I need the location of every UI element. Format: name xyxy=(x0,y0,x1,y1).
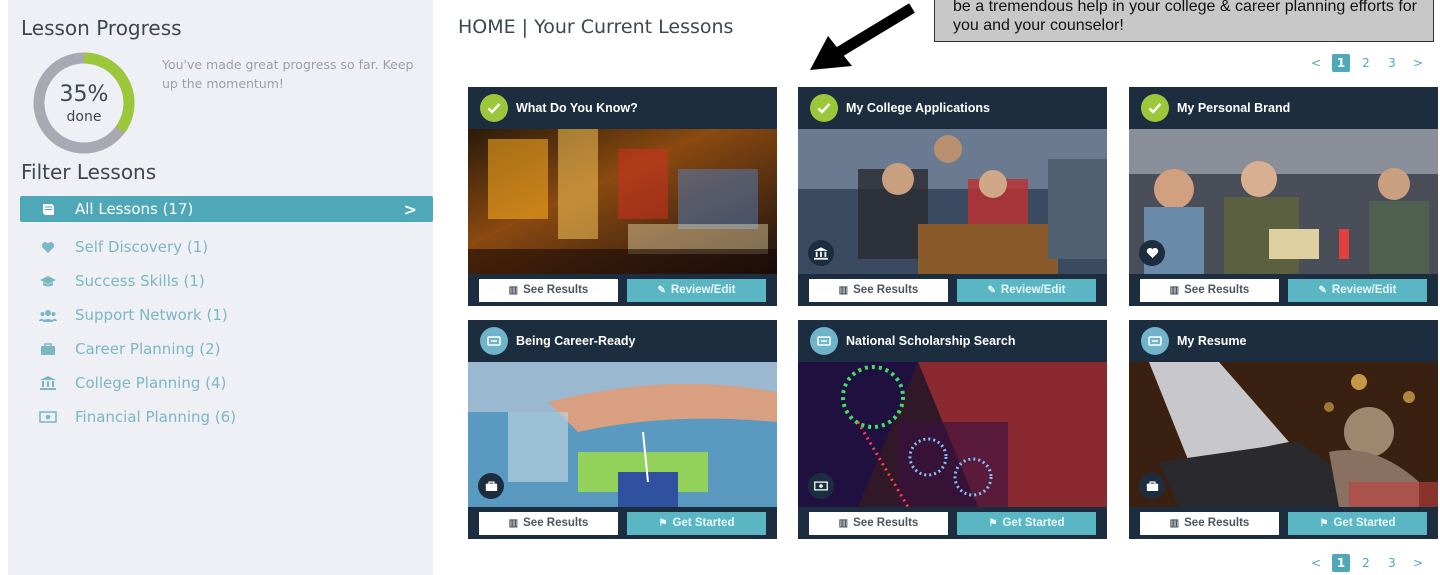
annotation-arrow-icon xyxy=(810,3,915,70)
get-started-button[interactable]: ⚑ Get Started xyxy=(957,511,1096,535)
lesson-image[interactable] xyxy=(1129,129,1438,274)
filter-support-network[interactable]: Support Network (1) xyxy=(20,298,433,332)
pagination-next[interactable]: > xyxy=(1408,556,1428,570)
page-title: HOME | Your Current Lessons xyxy=(458,16,734,38)
flag-icon xyxy=(480,327,508,355)
pagination-page-3[interactable]: 3 xyxy=(1382,556,1402,570)
flag-icon xyxy=(810,327,838,355)
lesson-image[interactable] xyxy=(468,129,777,274)
progress-message: You've made great progress so far. Keep … xyxy=(162,57,414,91)
annotation-callout: be a tremendous help in your college & c… xyxy=(934,0,1434,42)
graduation-cap-icon xyxy=(38,273,58,289)
flag-icon: ⚑ xyxy=(1319,517,1329,529)
book-icon xyxy=(38,201,58,217)
see-results-button[interactable]: ▥ See Results xyxy=(479,278,618,302)
chevron-right-icon: > xyxy=(403,199,417,219)
card-title: My Personal Brand xyxy=(1177,101,1291,115)
lesson-card: My College Applications ▥ See Results ✎ Re… xyxy=(798,87,1107,306)
card-title: National Scholarship Search xyxy=(846,334,1016,348)
see-results-button[interactable]: ▥ See Results xyxy=(479,511,618,535)
card-title: What Do You Know? xyxy=(516,101,638,115)
filter-financial-planning[interactable]: Financial Planning (6) xyxy=(20,400,433,434)
see-results-button[interactable]: ▥ See Results xyxy=(1140,511,1279,535)
pencil-icon: ✎ xyxy=(987,284,996,296)
filter-label: Career Planning (2) xyxy=(75,340,221,358)
pencil-icon: ✎ xyxy=(657,284,666,296)
pagination-next[interactable]: > xyxy=(1408,56,1428,70)
pagination-top: < 1 2 3 > xyxy=(1300,54,1428,72)
pagination-prev[interactable]: < xyxy=(1306,56,1326,70)
filter-all-lessons[interactable]: All Lessons (17) > xyxy=(20,196,433,222)
check-icon xyxy=(480,94,508,122)
filter-title: Filter Lessons xyxy=(21,160,157,184)
bar-chart-icon: ▥ xyxy=(838,517,849,529)
filter-label: Financial Planning (6) xyxy=(75,408,237,426)
see-results-button[interactable]: ▥ See Results xyxy=(809,278,948,302)
flag-icon: ⚑ xyxy=(988,517,998,529)
pagination-page-2[interactable]: 2 xyxy=(1356,556,1376,570)
filter-self-discovery[interactable]: Self Discovery (1) xyxy=(20,230,433,264)
users-icon xyxy=(38,307,58,323)
heart-icon xyxy=(1139,240,1165,266)
check-icon xyxy=(810,94,838,122)
briefcase-icon xyxy=(38,341,58,357)
flag-icon: ⚑ xyxy=(658,517,668,529)
card-title: Being Career-Ready xyxy=(516,334,636,348)
check-icon xyxy=(1141,94,1169,122)
sidebar: Lesson Progress 35% done You've made gre… xyxy=(8,0,433,575)
review-edit-button[interactable]: ✎ Review/Edit xyxy=(627,278,766,302)
progress-done-label: done xyxy=(66,109,102,125)
lesson-image[interactable] xyxy=(1129,362,1438,507)
progress-percent: 35% xyxy=(59,82,109,107)
bar-chart-icon: ▥ xyxy=(508,284,519,296)
pagination-page-1[interactable]: 1 xyxy=(1332,54,1350,72)
filter-label: Success Skills (1) xyxy=(75,272,205,290)
pagination-page-2[interactable]: 2 xyxy=(1356,56,1376,70)
briefcase-icon xyxy=(1139,473,1165,499)
heart-icon xyxy=(38,239,58,255)
bar-chart-icon: ▥ xyxy=(838,284,849,296)
filter-list: All Lessons (17) > Self Discovery (1) Su… xyxy=(20,196,433,434)
lesson-card: My Personal Brand ▥ See Results ✎ Review/E… xyxy=(1129,87,1438,306)
bar-chart-icon: ▥ xyxy=(1169,517,1180,529)
filter-label: Support Network (1) xyxy=(75,306,228,324)
pagination-page-1[interactable]: 1 xyxy=(1332,554,1350,572)
card-title: My Resume xyxy=(1177,334,1247,348)
bar-chart-icon: ▥ xyxy=(1169,284,1180,296)
filter-label: All Lessons (17) xyxy=(75,200,194,218)
money-icon xyxy=(808,473,834,499)
review-edit-button[interactable]: ✎ Review/Edit xyxy=(957,278,1096,302)
progress-title: Lesson Progress xyxy=(21,16,182,40)
lesson-card: What Do You Know? ▥ See Results ✎ Review/E… xyxy=(468,87,777,306)
pagination-prev[interactable]: < xyxy=(1306,556,1326,570)
lesson-image[interactable] xyxy=(798,362,1107,507)
see-results-button[interactable]: ▥ See Results xyxy=(1140,278,1279,302)
lesson-card: National Scholarship Search ▥ See Results… xyxy=(798,320,1107,539)
get-started-button[interactable]: ⚑ Get Started xyxy=(627,511,766,535)
money-icon xyxy=(38,409,58,425)
briefcase-icon xyxy=(478,473,504,499)
filter-label: Self Discovery (1) xyxy=(75,238,209,256)
pencil-icon: ✎ xyxy=(1318,284,1327,296)
pagination-page-3[interactable]: 3 xyxy=(1382,56,1402,70)
lesson-image[interactable] xyxy=(798,129,1107,274)
pagination-bottom: < 1 2 3 > xyxy=(1300,554,1428,572)
filter-success-skills[interactable]: Success Skills (1) xyxy=(20,264,433,298)
progress-donut: 35% done xyxy=(20,52,148,154)
lesson-card: Being Career-Ready ▥ See Results ⚑ Get Sta… xyxy=(468,320,777,539)
filter-college-planning[interactable]: College Planning (4) xyxy=(20,366,433,400)
lesson-image[interactable] xyxy=(468,362,777,507)
lesson-card: My Resume ▥ See Results ⚑ Get Started xyxy=(1129,320,1438,539)
institution-icon xyxy=(808,240,834,266)
flag-icon xyxy=(1141,327,1169,355)
filter-label: College Planning (4) xyxy=(75,374,227,392)
get-started-button[interactable]: ⚑ Get Started xyxy=(1288,511,1427,535)
institution-icon xyxy=(38,375,58,391)
review-edit-button[interactable]: ✎ Review/Edit xyxy=(1288,278,1427,302)
card-title: My College Applications xyxy=(846,101,991,115)
filter-career-planning[interactable]: Career Planning (2) xyxy=(20,332,433,366)
bar-chart-icon: ▥ xyxy=(508,517,519,529)
see-results-button[interactable]: ▥ See Results xyxy=(809,511,948,535)
